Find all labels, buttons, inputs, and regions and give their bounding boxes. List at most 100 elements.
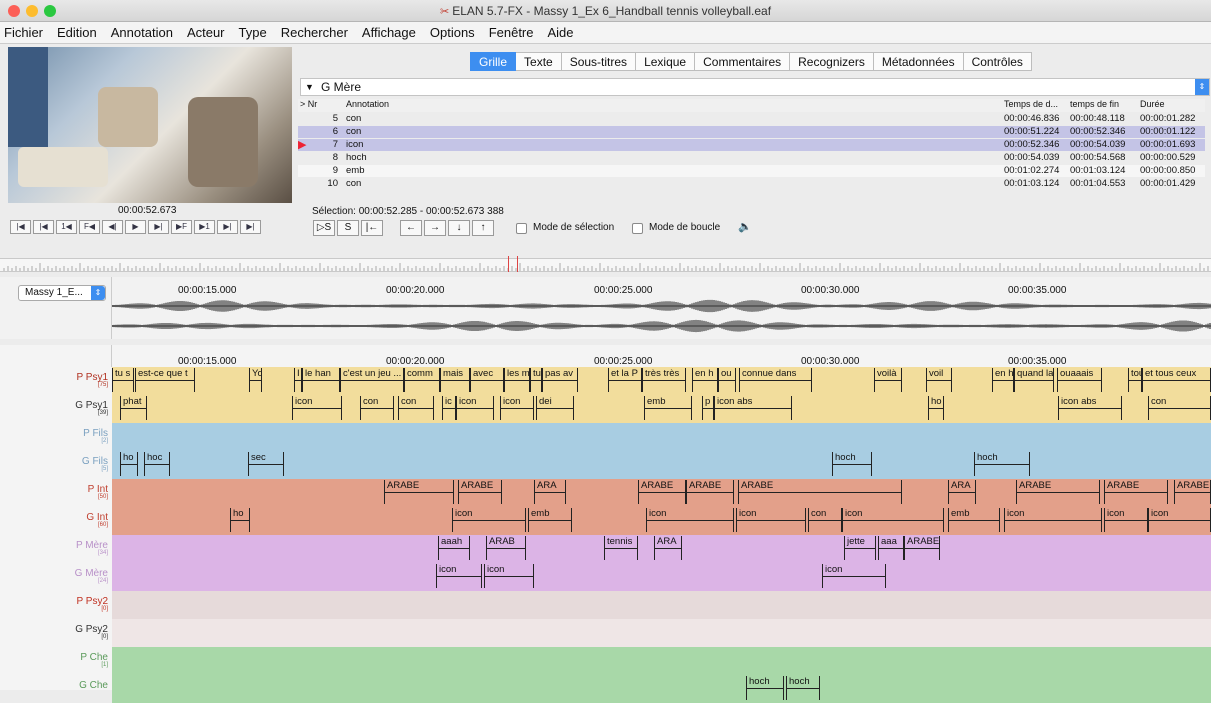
annotation-above-button[interactable]: ↑ [472, 220, 494, 236]
annotation[interactable]: jette [844, 536, 876, 560]
annotation[interactable]: icon [1104, 508, 1148, 532]
grid-row[interactable]: 6 con 00:00:51.224 00:00:52.346 00:00:01.122 [298, 126, 1205, 138]
annotation[interactable]: icon [292, 396, 342, 420]
volume-icon[interactable]: 🔈 [738, 220, 752, 233]
annotation[interactable]: ARABE [1174, 480, 1211, 504]
zoom-window-button[interactable] [44, 5, 56, 17]
annotation[interactable]: hoch [786, 676, 820, 700]
annotation[interactable]: icon abs [1058, 396, 1122, 420]
tier-band[interactable] [112, 647, 1211, 675]
tab-grille[interactable]: Grille [470, 52, 517, 71]
annotation[interactable]: avec [470, 368, 504, 392]
grid-row-current[interactable]: ▶ 7 icon 00:00:52.346 00:00:54.039 00:00:01.6… [298, 139, 1205, 151]
grid-col-end[interactable]: temps de fin [1070, 99, 1119, 109]
video-viewer[interactable] [8, 47, 292, 203]
annotation[interactable]: icon [736, 508, 806, 532]
annotation[interactable]: ARABE [458, 480, 502, 504]
menu-type[interactable]: Type [239, 25, 267, 40]
grid-col-annotation[interactable]: Annotation [346, 99, 389, 109]
tier-label[interactable]: G Che [0, 680, 112, 691]
annotation[interactable]: ARABE [904, 536, 940, 560]
menu-fichier[interactable]: Fichier [4, 25, 43, 40]
tier-label[interactable]: P Int [50] [0, 484, 112, 500]
grid-row[interactable]: 9 emb 00:01:02.274 00:01:03.124 00:00:00.850 [298, 165, 1205, 177]
annotation[interactable]: con [360, 396, 394, 420]
annotation[interactable]: sec [248, 452, 284, 476]
tier-select[interactable]: ▼ G Mère ⇕ [300, 78, 1210, 96]
tier-band[interactable]: icon icon icon [112, 563, 1211, 591]
annotation[interactable]: connue dans [739, 368, 812, 392]
annotation[interactable]: mais [440, 368, 470, 392]
menu-rechercher[interactable]: Rechercher [281, 25, 348, 40]
selection-mode-checkbox[interactable] [516, 223, 527, 234]
annotation[interactable]: icon [1004, 508, 1102, 532]
tier-band[interactable]: ARABE ARABE ARA ARABE ARABE ARABE ARA ARABE ARAB… [112, 479, 1211, 507]
tab-metadonnees[interactable]: Métadonnées [873, 52, 964, 71]
tier-band[interactable] [112, 423, 1211, 451]
annotation[interactable]: ho [928, 396, 944, 420]
tab-texte[interactable]: Texte [516, 52, 562, 71]
grid-col-nr[interactable]: > Nr [300, 99, 317, 109]
go-to-selection-begin-button[interactable]: |← [361, 220, 383, 236]
annotation[interactable]: tu s [112, 368, 134, 392]
annotation[interactable]: et tous ceux [1142, 368, 1211, 392]
tier-band[interactable]: ho icon emb icon icon con icon emb icon icon icon [112, 507, 1211, 535]
close-window-button[interactable] [8, 5, 20, 17]
annotation[interactable]: I [294, 368, 302, 392]
annotation[interactable]: ARABE [1016, 480, 1100, 504]
annotation[interactable]: aaa [878, 536, 904, 560]
previous-frame-button[interactable]: F◀ [79, 220, 100, 234]
tier-band[interactable] [112, 619, 1211, 647]
next-annotation-button[interactable]: → [424, 220, 446, 236]
go-to-end-button[interactable]: ▶| [240, 220, 261, 234]
annotation[interactable]: icon [452, 508, 526, 532]
annotation[interactable]: ARABE [738, 480, 902, 504]
menu-acteur[interactable]: Acteur [187, 25, 225, 40]
menu-options[interactable]: Options [430, 25, 475, 40]
annotation[interactable]: en h [992, 368, 1014, 392]
tab-commentaires[interactable]: Commentaires [695, 52, 791, 71]
grid-row[interactable]: 10 con 00:01:03.124 00:01:04.553 00:00:01.42… [298, 178, 1205, 190]
annotation[interactable]: ARABE [686, 480, 734, 504]
previous-scrollview-button[interactable]: |◀ [33, 220, 54, 234]
annotation[interactable]: tous [1128, 368, 1142, 392]
annotation[interactable]: con [1148, 396, 1211, 420]
tier-label[interactable]: P Che [1] [0, 652, 112, 668]
tier-band[interactable] [112, 591, 1211, 619]
annotation[interactable]: comm [404, 368, 440, 392]
annotation[interactable]: ho [230, 508, 250, 532]
annotation[interactable]: emb [948, 508, 1000, 532]
grid-col-begin[interactable]: Temps de d... [1004, 99, 1058, 109]
tab-recognizers[interactable]: Recognizers [790, 52, 874, 71]
annotation[interactable]: icon [456, 396, 494, 420]
tier-label[interactable]: P Psy2 [0] [0, 596, 112, 612]
annotation[interactable]: emb [528, 508, 572, 532]
annotation[interactable]: hoch [832, 452, 872, 476]
annotation[interactable]: le han [302, 368, 340, 392]
grid-row[interactable]: 5 con 00:00:46.836 00:00:48.118 00:00:01.282 [298, 113, 1205, 125]
menu-edition[interactable]: Edition [57, 25, 97, 40]
media-select[interactable]: Massy 1_E... ⇕ [18, 285, 106, 301]
tier-label[interactable]: P Fils [2] [0, 428, 112, 444]
annotation[interactable]: ouaaais [1057, 368, 1102, 392]
next-scrollview-button[interactable]: ▶| [217, 220, 238, 234]
annotation[interactable]: aaah [438, 536, 470, 560]
play-button[interactable]: ▶ [125, 220, 146, 234]
tab-sous-titres[interactable]: Sous-titres [561, 52, 637, 71]
chevron-updown-icon[interactable]: ⇕ [1195, 79, 1209, 95]
previous-pixel-button[interactable]: ◀| [102, 220, 123, 234]
annotation[interactable]: ARAB [486, 536, 526, 560]
waveform[interactable] [112, 294, 1211, 342]
annotation[interactable]: ic [442, 396, 456, 420]
annotation[interactable]: icon [822, 564, 886, 588]
annotation[interactable]: pas av [542, 368, 578, 392]
annotation[interactable]: dei [536, 396, 574, 420]
overview-crosshair[interactable] [508, 256, 518, 272]
annotation[interactable]: ARA [534, 480, 566, 504]
annotation[interactable]: icon [500, 396, 534, 420]
annotation-below-button[interactable]: ↓ [448, 220, 470, 236]
annotation[interactable]: icon [842, 508, 944, 532]
annotation[interactable]: emb [644, 396, 692, 420]
previous-annotation-button[interactable]: ← [400, 220, 422, 236]
tier-label[interactable]: P Mère [34] [0, 540, 112, 556]
